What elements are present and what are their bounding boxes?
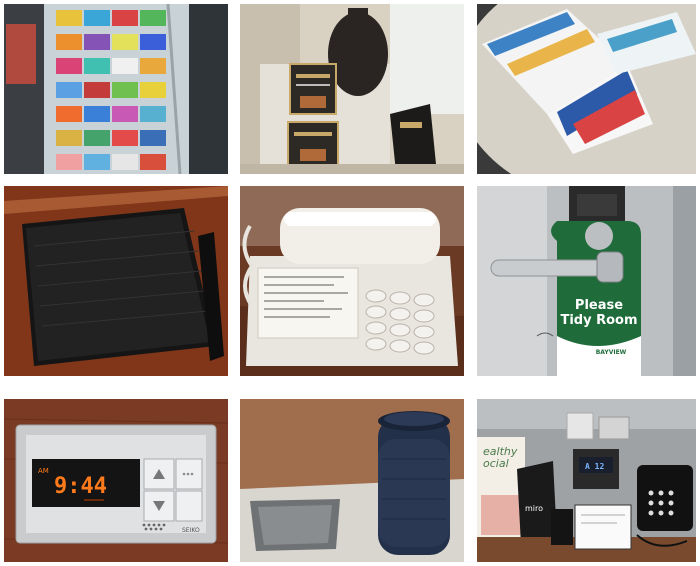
leaflets-photo <box>477 4 696 174</box>
clock-ampm: AM <box>38 467 49 475</box>
bedside-photo: ealthy ocial miro A 12 <box>477 399 696 562</box>
lobby-menu-photo <box>240 4 464 174</box>
door-hanger-photo: Please Tidy Room BAYVIEW <box>477 186 696 376</box>
clock-time: 9:44 <box>54 474 107 499</box>
bedside-card-logo: miro <box>525 504 543 513</box>
door-hanger-line1: Please <box>575 298 623 313</box>
desk-telephone-photo <box>240 186 464 376</box>
door-hanger-line2: Tidy Room <box>560 313 637 328</box>
bedside-display-time: A 12 <box>585 462 604 471</box>
leather-folder-photo <box>4 186 228 376</box>
alarm-clock-photo: AM 9:44 SEIKO <box>4 399 228 562</box>
brochure-rack-photo <box>4 4 228 174</box>
speaker-photo <box>240 399 464 562</box>
door-hanger-brand: BAYVIEW <box>596 349 627 356</box>
clock-maker: SEIKO <box>182 527 200 534</box>
